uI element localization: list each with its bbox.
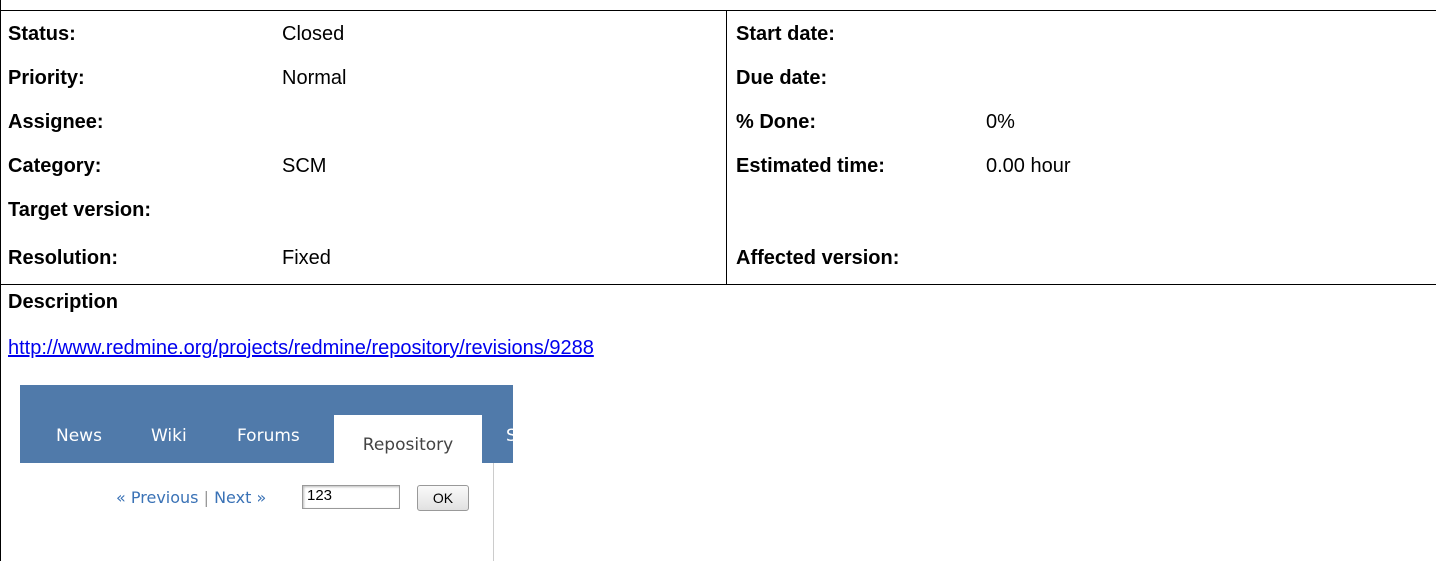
next-link: Next »	[214, 488, 267, 507]
category-label: Category:	[8, 155, 102, 177]
start-date-label: Start date:	[736, 23, 835, 45]
estimated-time-value: 0.00 hour	[986, 155, 1071, 177]
previous-link: « Previous	[116, 488, 199, 507]
category-value: SCM	[282, 155, 327, 177]
tab-forums: Forums	[237, 426, 300, 446]
tab-news: News	[56, 426, 102, 446]
target-version-label: Target version:	[8, 199, 151, 221]
attached-screenshot: News Wiki Forums Repository S « Previous…	[20, 385, 513, 561]
nav-separator: |	[203, 488, 209, 507]
tab-repository: Repository	[334, 415, 482, 463]
status-label: Status:	[8, 23, 76, 45]
priority-label: Priority:	[8, 67, 85, 89]
ok-button: OK	[417, 485, 469, 511]
done-ratio-label: % Done:	[736, 111, 816, 133]
assignee-label: Assignee:	[8, 111, 104, 133]
due-date-label: Due date:	[736, 67, 828, 89]
tab-truncated: S	[506, 426, 513, 446]
resolution-value: Fixed	[282, 247, 331, 269]
top-border	[0, 10, 1436, 11]
revision-input: 123	[302, 485, 400, 509]
affected-version-label: Affected version:	[736, 247, 900, 269]
revision-navigation: « Previous | Next »	[116, 488, 266, 507]
done-ratio-value: 0%	[986, 111, 1015, 133]
estimated-time-label: Estimated time:	[736, 155, 885, 177]
description-divider	[0, 284, 1436, 285]
status-value: Closed	[282, 23, 345, 45]
tab-wiki: Wiki	[151, 426, 187, 446]
priority-value: Normal	[282, 67, 347, 89]
issue-attributes-panel: Status: Closed Priority: Normal Assignee…	[0, 0, 1436, 561]
description-heading: Description	[8, 291, 119, 313]
left-border	[0, 0, 1, 561]
column-divider	[726, 10, 727, 284]
sidebar-divider	[493, 463, 494, 561]
revision-link[interactable]: http://www.redmine.org/projects/redmine/…	[8, 333, 594, 363]
resolution-label: Resolution:	[8, 247, 118, 269]
